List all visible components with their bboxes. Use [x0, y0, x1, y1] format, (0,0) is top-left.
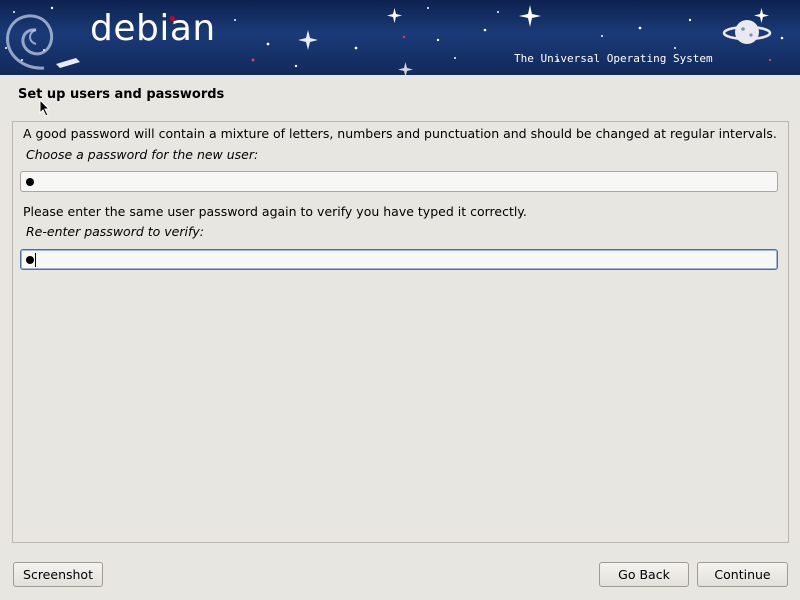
- continue-button[interactable]: Continue: [697, 562, 788, 587]
- password-mask-dot: [26, 178, 34, 186]
- debian-banner: debian The Universal Operating System: [0, 0, 800, 75]
- planet-icon: [722, 20, 772, 44]
- verify-mask-dot: [26, 256, 34, 264]
- text-caret: [35, 253, 36, 267]
- verify-password-input[interactable]: [20, 249, 778, 270]
- verify-help-text: Please enter the same user password agai…: [23, 204, 527, 219]
- screenshot-button[interactable]: Screenshot: [13, 562, 103, 587]
- password-help-text: A good password will contain a mixture o…: [23, 126, 777, 141]
- go-back-button[interactable]: Go Back: [599, 562, 689, 587]
- verify-prompt-label: Re-enter password to verify:: [26, 224, 204, 239]
- password-input[interactable]: [20, 171, 778, 192]
- password-prompt-label: Choose a password for the new user:: [26, 147, 259, 162]
- tagline: The Universal Operating System: [514, 52, 713, 65]
- content-panel: A good password will contain a mixture o…: [12, 121, 789, 543]
- mouse-pointer-icon: [39, 99, 51, 117]
